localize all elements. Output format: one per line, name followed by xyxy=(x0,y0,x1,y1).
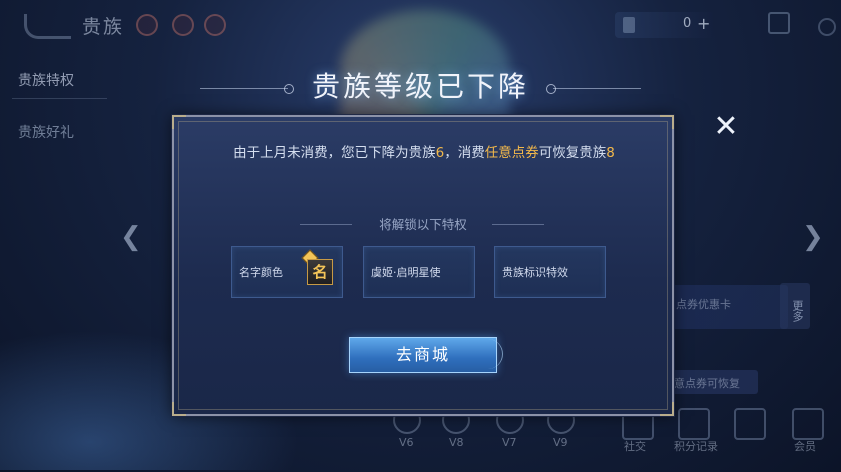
bottom-label: 社交 xyxy=(624,440,646,453)
emblem-icon[interactable] xyxy=(734,408,766,440)
gift-icon[interactable] xyxy=(768,12,790,34)
message-text: 由于上月未消费，您已下降为贵族 xyxy=(233,145,436,161)
title-ornament xyxy=(284,84,294,94)
add-currency-button[interactable]: + xyxy=(697,14,710,33)
downgrade-message: 由于上月未消费，您已下降为贵族6，消费任意点券可恢复贵族8 xyxy=(214,143,634,164)
sidebar-item-gifts[interactable]: 贵族好礼 xyxy=(18,122,74,142)
chevron-right-icon[interactable]: ❯ xyxy=(802,222,824,252)
more-label: 更多 xyxy=(791,300,804,322)
unlock-label: 将解锁以下特权 xyxy=(379,217,467,232)
message-text: ，消费 xyxy=(444,145,485,161)
currency-display[interactable]: 0 + xyxy=(615,12,715,38)
bottom-label: 会员 xyxy=(794,440,816,453)
frame-corner xyxy=(660,402,674,416)
privilege-label: 名字颜色 xyxy=(239,266,283,279)
vip-label: V8 xyxy=(449,436,464,449)
name-badge-icon: 名 xyxy=(307,259,333,285)
chevron-left-icon[interactable]: ❮ xyxy=(120,222,142,252)
name-badge-text: 名 xyxy=(312,263,328,281)
settings-icon[interactable] xyxy=(818,18,836,36)
coupon-card-label: 点券优惠卡 xyxy=(676,298,731,311)
privilege-card-skin[interactable]: 虞姬·启明星使 xyxy=(363,246,475,298)
coupon-icon xyxy=(623,17,635,33)
dialog-title-bar: 贵族等级已下降 xyxy=(0,62,841,112)
message-text: 可恢复贵族 xyxy=(538,145,607,161)
frame-corner xyxy=(172,115,186,129)
vip-label: V9 xyxy=(553,436,568,449)
vip-label: V7 xyxy=(502,436,517,449)
close-icon[interactable]: ✕ xyxy=(710,112,742,144)
restore-level: 8 xyxy=(606,145,615,161)
privilege-card-noble-effect[interactable]: 贵族标识特效 xyxy=(494,246,606,298)
page-title: 贵族 xyxy=(82,16,125,38)
vip-label: V6 xyxy=(399,436,414,449)
record-icon[interactable] xyxy=(678,408,710,440)
level-badge-icon xyxy=(136,14,158,36)
medal-icon xyxy=(204,14,226,36)
privilege-card-name-color[interactable]: 名字颜色 名 xyxy=(231,246,343,298)
top-bar: 贵族 0 + xyxy=(0,0,841,52)
highlight-coupon: 任意点券 xyxy=(484,145,539,161)
title-divider-left xyxy=(200,88,288,89)
privilege-label: 虞姬·启明星使 xyxy=(371,266,441,279)
go-to-shop-button[interactable]: 去商城 xyxy=(349,337,497,373)
title-divider-right xyxy=(553,88,641,89)
medal-icon xyxy=(172,14,194,36)
current-level: 6 xyxy=(435,145,445,161)
privilege-label: 贵族标识特效 xyxy=(502,266,568,279)
downgrade-dialog: 由于上月未消费，您已下降为贵族6，消费任意点券可恢复贵族8 将解锁以下特权 名字… xyxy=(172,115,674,416)
bottom-label: 积分记录 xyxy=(674,440,718,453)
back-arrow-icon[interactable] xyxy=(24,14,71,39)
currency-value: 0 xyxy=(683,16,692,31)
button-ornament xyxy=(484,339,503,369)
restore-banner-label: 意点券可恢复 xyxy=(674,377,740,390)
title-ornament xyxy=(546,84,556,94)
frame-corner xyxy=(660,115,674,129)
unlock-divider-right xyxy=(492,224,544,225)
crown-icon[interactable] xyxy=(792,408,824,440)
dialog-title: 贵族等级已下降 xyxy=(311,70,529,103)
frame-corner xyxy=(172,402,186,416)
